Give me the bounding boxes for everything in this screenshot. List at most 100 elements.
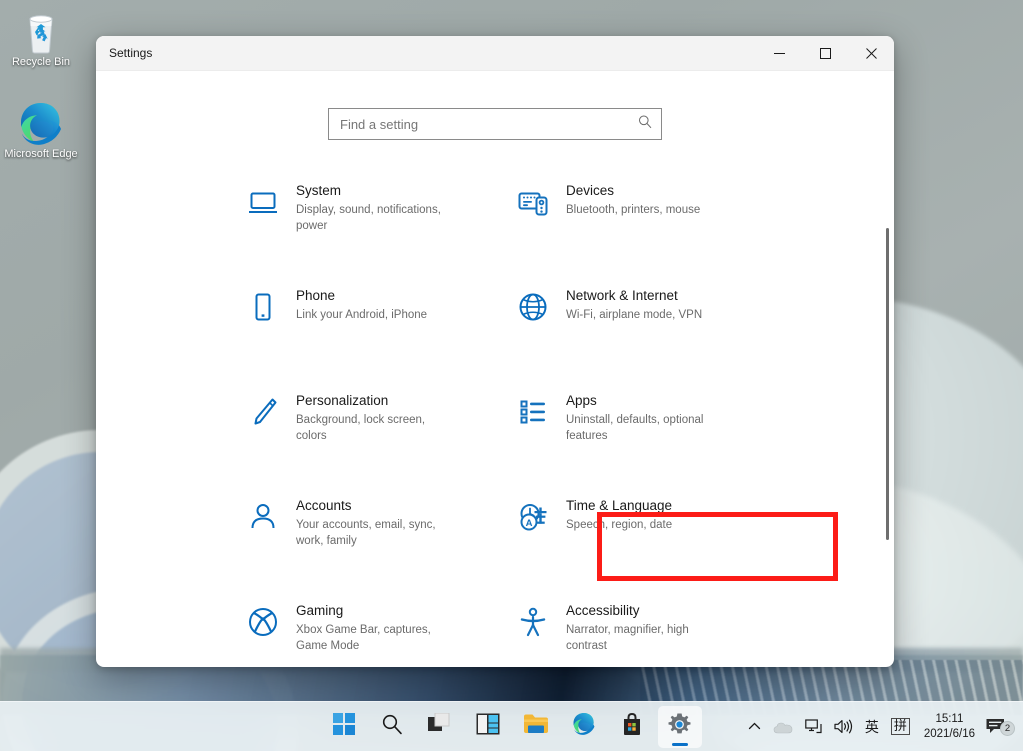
category-desc: Wi-Fi, airplane mode, VPN [566,307,702,323]
category-text: System Display, sound, notifications, po… [291,182,458,279]
volume-icon [834,719,853,734]
search-button[interactable] [370,706,414,748]
person-icon [247,497,291,594]
vertical-scrollbar[interactable] [886,228,889,540]
search-box[interactable] [328,108,662,140]
task-view-icon [428,713,452,740]
start-button[interactable] [322,706,366,748]
category-desc: Narrator, magnifier, high contrast [566,622,728,654]
devices-icon [517,182,561,279]
ime-language-button[interactable]: 英 [859,707,885,747]
phone-icon [247,287,291,384]
category-desc: Your accounts, email, sync, work, family [296,517,458,549]
category-system[interactable]: System Display, sound, notifications, po… [247,174,517,279]
onedrive-icon [773,720,793,734]
recycle-bin-icon [0,8,82,56]
category-text: Personalization Background, lock screen,… [291,392,458,489]
microsoft-edge-button[interactable] [562,706,606,748]
clock-date: 2021/6/16 [924,727,975,742]
category-time-language[interactable]: A Time & Language Speech, region, date [517,489,787,594]
globe-icon [517,287,561,384]
close-button[interactable] [848,36,894,71]
category-desc: Speech, region, date [566,517,672,533]
category-text: Phone Link your Android, iPhone [291,287,427,384]
windows-logo-icon [333,713,355,740]
search-row [96,71,894,140]
settings-window[interactable]: Settings [96,36,894,667]
category-text: Accounts Your accounts, email, sync, wor… [291,497,458,594]
category-text: Apps Uninstall, defaults, optional featu… [561,392,728,489]
microsoft-edge-icon [572,712,596,741]
category-text: Accessibility Narrator, magnifier, high … [561,602,728,667]
category-desc: Xbox Game Bar, captures, Game Mode [296,622,458,654]
category-devices[interactable]: Devices Bluetooth, printers, mouse [517,174,787,279]
window-controls [756,36,894,71]
network-button[interactable] [799,707,828,747]
category-title: Network & Internet [566,287,702,305]
category-text: Gaming Xbox Game Bar, captures, Game Mod… [291,602,458,667]
category-text: Time & Language Speech, region, date [561,497,672,594]
taskbar[interactable]: 英 拼 15:11 2021/6/16 2 [0,701,1023,751]
search-input[interactable] [329,109,661,139]
widgets-icon [476,713,500,740]
category-title: Phone [296,287,427,305]
file-explorer-button[interactable] [514,706,558,748]
task-view-button[interactable] [418,706,462,748]
category-title: Personalization [296,392,458,410]
category-phone[interactable]: Phone Link your Android, iPhone [247,279,517,384]
window-titlebar[interactable]: Settings [96,36,894,71]
category-desc: Uninstall, defaults, optional features [566,412,728,444]
minimize-button[interactable] [756,36,802,71]
settings-category-grid: System Display, sound, notifications, po… [96,174,894,667]
apps-list-icon [517,392,561,489]
search-icon [381,713,403,740]
system-tray: 英 拼 15:11 2021/6/16 2 [742,702,1015,751]
gear-icon [667,712,692,742]
ime-mode-button[interactable]: 拼 [885,707,916,747]
clock-time: 15:11 [924,712,975,727]
category-title: Apps [566,392,728,410]
network-icon [805,719,822,734]
widgets-button[interactable] [466,706,510,748]
category-desc: Link your Android, iPhone [296,307,427,323]
microsoft-store-icon [620,712,644,741]
category-desc: Display, sound, notifications, power [296,202,458,234]
folder-icon [523,713,549,740]
clock[interactable]: 15:11 2021/6/16 [916,712,985,742]
category-apps[interactable]: Apps Uninstall, defaults, optional featu… [517,384,787,489]
notification-count: 2 [1000,721,1015,736]
category-title: Gaming [296,602,458,620]
category-title: System [296,182,458,200]
window-title: Settings [109,46,152,60]
category-title: Devices [566,182,700,200]
category-accessibility[interactable]: Accessibility Narrator, magnifier, high … [517,594,787,667]
ime-mode-label: 拼 [891,718,910,735]
category-accounts[interactable]: Accounts Your accounts, email, sync, wor… [247,489,517,594]
category-gaming[interactable]: Gaming Xbox Game Bar, captures, Game Mod… [247,594,517,667]
desktop[interactable]: Recycle Bin [0,0,1023,751]
xbox-icon [247,602,291,667]
time-language-icon: A [517,497,561,594]
category-text: Devices Bluetooth, printers, mouse [561,182,700,279]
tray-overflow-button[interactable] [742,707,767,747]
category-network[interactable]: Network & Internet Wi-Fi, airplane mode,… [517,279,787,384]
maximize-button[interactable] [802,36,848,71]
desktop-icon-recycle-bin[interactable]: Recycle Bin [0,8,82,69]
volume-button[interactable] [828,707,859,747]
settings-button[interactable] [658,706,702,748]
accessibility-icon [517,602,561,667]
category-personalization[interactable]: Personalization Background, lock screen,… [247,384,517,489]
desktop-icon-microsoft-edge[interactable]: Microsoft Edge [0,100,82,161]
svg-text:A: A [526,518,533,529]
monitor-icon [247,182,291,279]
onedrive-button[interactable] [767,707,799,747]
microsoft-store-button[interactable] [610,706,654,748]
desktop-icon-label: Recycle Bin [0,56,82,69]
taskbar-center-group [322,702,702,751]
category-title: Accounts [296,497,458,515]
ime-language-label: 英 [865,717,879,737]
category-desc: Background, lock screen, colors [296,412,458,444]
microsoft-edge-icon [0,100,82,148]
chevron-up-icon [748,720,761,733]
notification-center-button[interactable]: 2 [985,716,1015,738]
